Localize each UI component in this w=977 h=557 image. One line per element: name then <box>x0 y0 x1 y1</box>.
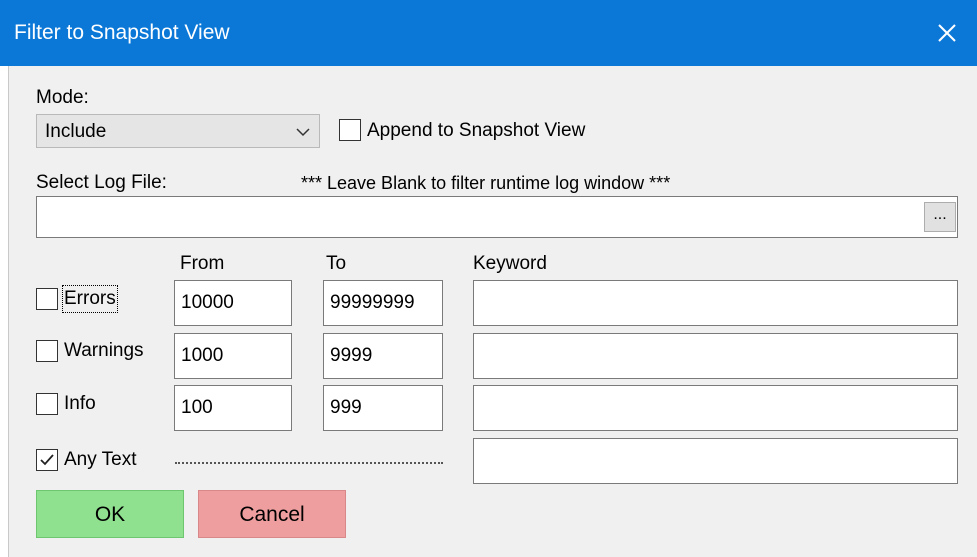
errors-checkbox[interactable] <box>36 288 58 310</box>
append-label: Append to Snapshot View <box>367 120 586 141</box>
window-frame-left <box>0 66 9 557</box>
close-icon <box>938 24 956 42</box>
chevron-down-icon <box>296 128 310 137</box>
any-text-keyword-input[interactable] <box>473 438 958 484</box>
filter-dialog: Filter to Snapshot View Mode: Include Ap… <box>0 0 977 557</box>
mode-dropdown[interactable]: Include <box>36 114 320 148</box>
mode-label: Mode: <box>36 87 89 108</box>
any-text-checkbox[interactable] <box>36 449 58 471</box>
ok-button[interactable]: OK <box>36 490 184 538</box>
close-button[interactable] <box>917 0 977 66</box>
mode-dropdown-value: Include <box>45 121 107 142</box>
info-label: Info <box>64 393 96 414</box>
log-file-input[interactable] <box>36 196 958 238</box>
any-text-separator <box>175 462 443 464</box>
errors-keyword-input[interactable] <box>473 280 958 326</box>
from-header: From <box>180 253 225 274</box>
any-text-label: Any Text <box>64 449 137 470</box>
log-file-label: Select Log File: <box>36 172 167 193</box>
warnings-keyword-input[interactable] <box>473 333 958 379</box>
log-file-hint: *** Leave Blank to filter runtime log wi… <box>301 173 671 193</box>
title-bar: Filter to Snapshot View <box>0 0 977 66</box>
cancel-button[interactable]: Cancel <box>198 490 346 538</box>
info-checkbox[interactable] <box>36 393 58 415</box>
warnings-from-input[interactable] <box>174 333 292 379</box>
checkmark-icon <box>40 454 54 466</box>
info-from-input[interactable] <box>174 385 292 431</box>
append-checkbox[interactable] <box>339 119 361 141</box>
errors-from-input[interactable] <box>174 280 292 326</box>
to-header: To <box>326 253 347 274</box>
errors-to-input[interactable] <box>323 280 443 326</box>
browse-button[interactable]: ... <box>924 202 956 232</box>
warnings-label: Warnings <box>64 340 144 361</box>
errors-label: Errors <box>62 285 118 313</box>
info-to-input[interactable] <box>323 385 443 431</box>
window-title: Filter to Snapshot View <box>14 21 230 44</box>
warnings-to-input[interactable] <box>323 333 443 379</box>
warnings-checkbox[interactable] <box>36 340 58 362</box>
keyword-header: Keyword <box>473 253 547 274</box>
info-keyword-input[interactable] <box>473 385 958 431</box>
